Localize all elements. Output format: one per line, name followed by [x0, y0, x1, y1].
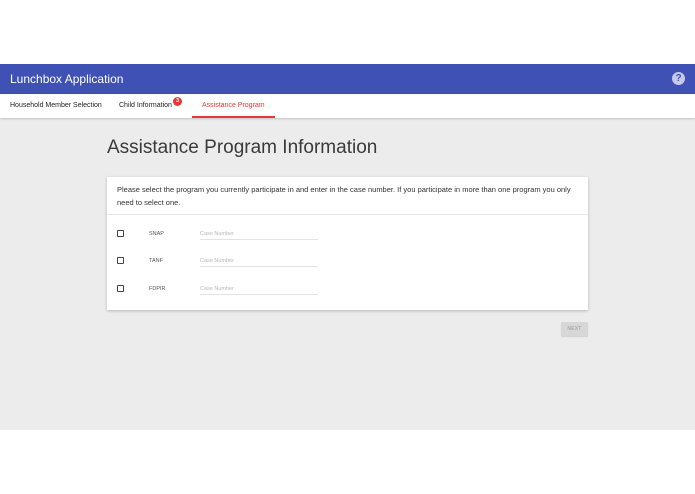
divider [107, 214, 588, 215]
program-card: Please select the program you currently … [107, 177, 588, 310]
tanf-checkbox[interactable] [117, 257, 124, 264]
active-tab-indicator [192, 116, 275, 118]
fdpir-case-number-input[interactable] [200, 283, 318, 295]
tab-child-information[interactable]: Child Information 3 [119, 94, 182, 118]
tab-household-member-selection[interactable]: Household Member Selection [10, 94, 102, 118]
tanf-case-number-input[interactable] [200, 255, 318, 267]
program-label: SNAP [149, 231, 164, 237]
app-window: Lunchbox Application ? Household Member … [0, 64, 695, 430]
tab-label: Assistance Program [202, 102, 265, 109]
tab-bar: Household Member Selection Child Informa… [0, 94, 695, 118]
tab-label: Household Member Selection [10, 102, 102, 109]
tab-assistance-program[interactable]: Assistance Program [192, 94, 275, 118]
page-title: Assistance Program Information [107, 137, 378, 158]
program-row-snap: SNAP [107, 226, 588, 242]
app-bar: Lunchbox Application ? [0, 64, 695, 94]
program-label: TANF [149, 258, 163, 264]
instructions-text: Please select the program you currently … [117, 185, 571, 207]
tab-badge: 3 [173, 97, 182, 106]
fdpir-checkbox[interactable] [117, 285, 124, 292]
snap-checkbox[interactable] [117, 230, 124, 237]
program-row-tanf: TANF [107, 253, 588, 269]
snap-case-number-input[interactable] [200, 228, 318, 240]
program-row-fdpir: FDPIR [107, 281, 588, 297]
help-icon[interactable]: ? [672, 72, 685, 85]
tab-label: Child Information [119, 102, 172, 109]
next-button[interactable]: NEXT [561, 322, 588, 336]
app-title: Lunchbox Application [10, 72, 124, 86]
program-label: FDPIR [149, 286, 166, 292]
